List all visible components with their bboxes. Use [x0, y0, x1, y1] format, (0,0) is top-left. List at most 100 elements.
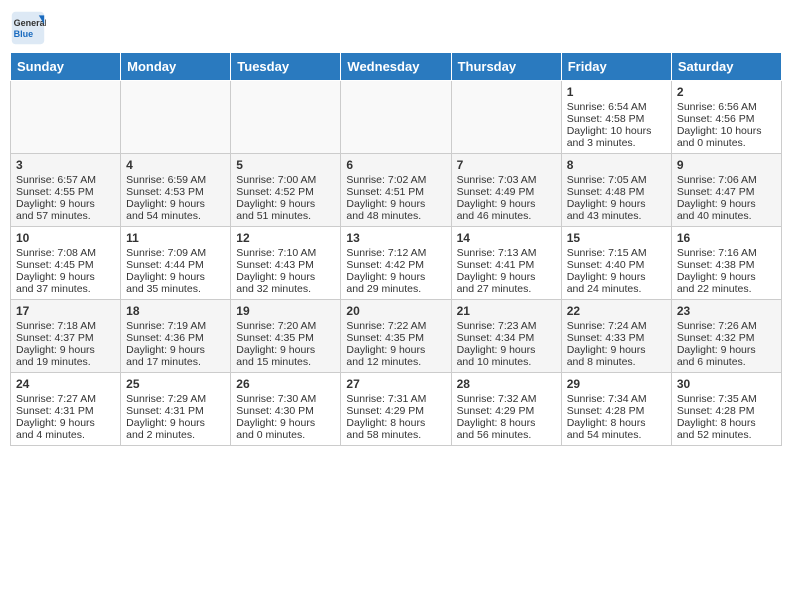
- day-info: Sunrise: 7:06 AM: [677, 174, 776, 186]
- calendar-cell: [231, 81, 341, 154]
- day-info: Daylight: 9 hours: [346, 198, 445, 210]
- day-info: and 51 minutes.: [236, 210, 335, 222]
- day-info: Sunset: 4:38 PM: [677, 259, 776, 271]
- day-number: 22: [567, 304, 666, 318]
- day-info: Daylight: 9 hours: [16, 198, 115, 210]
- calendar-cell: 26Sunrise: 7:30 AMSunset: 4:30 PMDayligh…: [231, 373, 341, 446]
- day-info: Sunrise: 7:32 AM: [457, 393, 556, 405]
- day-number: 12: [236, 231, 335, 245]
- calendar-cell: 19 Sunrise: 7:20 AMSunset: 4:35 PMDayligh…: [231, 300, 341, 373]
- svg-text:Blue: Blue: [14, 29, 34, 39]
- day-info: Sunset: 4:44 PM: [126, 259, 225, 271]
- day-info: Sunset: 4:28 PM: [567, 405, 666, 417]
- day-number: 15: [567, 231, 666, 245]
- calendar-cell: 7Sunrise: 7:03 AMSunset: 4:49 PMDaylight…: [451, 154, 561, 227]
- day-info: and 56 minutes.: [457, 429, 556, 441]
- day-info: Sunset: 4:42 PM: [346, 259, 445, 271]
- calendar-cell: 12Sunrise: 7:10 AMSunset: 4:43 PMDayligh…: [231, 227, 341, 300]
- weekday-header-saturday: Saturday: [671, 53, 781, 81]
- calendar-cell: 23Sunrise: 7:26 AMSunset: 4:32 PMDayligh…: [671, 300, 781, 373]
- day-info: Sunset: 4:48 PM: [567, 186, 666, 198]
- calendar-cell: 4Sunrise: 6:59 AMSunset: 4:53 PMDaylight…: [121, 154, 231, 227]
- calendar-cell: 13Sunrise: 7:12 AMSunset: 4:42 PMDayligh…: [341, 227, 451, 300]
- calendar-cell: [451, 81, 561, 154]
- day-info: Sunrise: 7:22 AM: [346, 320, 445, 332]
- day-info: and 52 minutes.: [677, 429, 776, 441]
- day-info: Daylight: 9 hours: [677, 198, 776, 210]
- day-number: 23: [677, 304, 776, 318]
- day-info: Sunrise: 7:16 AM: [677, 247, 776, 259]
- day-info: Sunset: 4:28 PM: [677, 405, 776, 417]
- day-info: Sunrise: 7:13 AM: [457, 247, 556, 259]
- weekday-header-tuesday: Tuesday: [231, 53, 341, 81]
- day-info: Sunrise: 7:23 AM: [457, 320, 556, 332]
- day-info: Daylight: 9 hours: [236, 198, 335, 210]
- svg-text:General: General: [14, 18, 46, 28]
- day-info: Daylight: 10 hours: [677, 125, 776, 137]
- day-info: Sunset: 4:34 PM: [457, 332, 556, 344]
- day-info: and 22 minutes.: [677, 283, 776, 295]
- calendar-cell: [121, 81, 231, 154]
- calendar-week-4: 17Sunrise: 7:18 AMSunset: 4:37 PMDayligh…: [11, 300, 782, 373]
- day-number: 27: [346, 377, 445, 391]
- day-info: Daylight: 9 hours: [126, 271, 225, 283]
- day-info: Sunset: 4:55 PM: [16, 186, 115, 198]
- day-info: Sunset: 4:35 PM: [236, 332, 335, 344]
- day-info: Sunset: 4:56 PM: [677, 113, 776, 125]
- calendar-week-3: 10Sunrise: 7:08 AMSunset: 4:45 PMDayligh…: [11, 227, 782, 300]
- calendar-cell: 5Sunrise: 7:00 AMSunset: 4:52 PMDaylight…: [231, 154, 341, 227]
- day-info: Sunrise: 7:15 AM: [567, 247, 666, 259]
- calendar-cell: 28Sunrise: 7:32 AMSunset: 4:29 PMDayligh…: [451, 373, 561, 446]
- logo-icon: General Blue: [10, 10, 46, 46]
- day-info: Sunrise: 7:09 AM: [126, 247, 225, 259]
- day-info: and 6 minutes.: [677, 356, 776, 368]
- day-info: Sunrise: 7:05 AM: [567, 174, 666, 186]
- day-info: Sunrise: 7:30 AM: [236, 393, 335, 405]
- calendar-cell: 9Sunrise: 7:06 AMSunset: 4:47 PMDaylight…: [671, 154, 781, 227]
- day-info: Daylight: 8 hours: [567, 417, 666, 429]
- day-info: Sunset: 4:43 PM: [236, 259, 335, 271]
- day-info: and 46 minutes.: [457, 210, 556, 222]
- day-info: Daylight: 9 hours: [677, 344, 776, 356]
- day-info: and 10 minutes.: [457, 356, 556, 368]
- day-info: and 19 minutes.: [16, 356, 115, 368]
- day-info: Sunset: 4:36 PM: [126, 332, 225, 344]
- day-info: Sunrise: 7:31 AM: [346, 393, 445, 405]
- calendar-cell: 3Sunrise: 6:57 AMSunset: 4:55 PMDaylight…: [11, 154, 121, 227]
- day-info: Sunrise: 7:20 AM: [236, 320, 335, 332]
- calendar-cell: 2Sunrise: 6:56 AMSunset: 4:56 PMDaylight…: [671, 81, 781, 154]
- calendar-cell: 1Sunrise: 6:54 AMSunset: 4:58 PMDaylight…: [561, 81, 671, 154]
- calendar-header-row: SundayMondayTuesdayWednesdayThursdayFrid…: [11, 53, 782, 81]
- day-number: 4: [126, 158, 225, 172]
- day-info: Sunrise: 6:56 AM: [677, 101, 776, 113]
- day-info: Daylight: 9 hours: [567, 198, 666, 210]
- day-info: and 40 minutes.: [677, 210, 776, 222]
- calendar-week-2: 3Sunrise: 6:57 AMSunset: 4:55 PMDaylight…: [11, 154, 782, 227]
- calendar-cell: [11, 81, 121, 154]
- weekday-header-monday: Monday: [121, 53, 231, 81]
- day-number: 19: [236, 304, 335, 318]
- calendar-week-5: 24Sunrise: 7:27 AMSunset: 4:31 PMDayligh…: [11, 373, 782, 446]
- day-number: 18: [126, 304, 225, 318]
- day-number: 9: [677, 158, 776, 172]
- day-info: Daylight: 10 hours: [567, 125, 666, 137]
- day-info: and 35 minutes.: [126, 283, 225, 295]
- day-info: Daylight: 9 hours: [236, 344, 335, 356]
- day-info: Sunrise: 7:27 AM: [16, 393, 115, 405]
- day-number: 8: [567, 158, 666, 172]
- day-info: Sunset: 4:53 PM: [126, 186, 225, 198]
- day-info: Daylight: 9 hours: [346, 344, 445, 356]
- day-info: and 32 minutes.: [236, 283, 335, 295]
- day-info: Daylight: 9 hours: [457, 344, 556, 356]
- calendar-cell: 10Sunrise: 7:08 AMSunset: 4:45 PMDayligh…: [11, 227, 121, 300]
- day-info: Sunrise: 7:34 AM: [567, 393, 666, 405]
- day-info: and 17 minutes.: [126, 356, 225, 368]
- day-info: and 15 minutes.: [236, 356, 335, 368]
- day-info: and 54 minutes.: [126, 210, 225, 222]
- day-number: 14: [457, 231, 556, 245]
- day-info: and 2 minutes.: [126, 429, 225, 441]
- day-number: 1: [567, 85, 666, 99]
- day-info: Sunset: 4:58 PM: [567, 113, 666, 125]
- calendar-cell: [341, 81, 451, 154]
- day-info: Sunrise: 7:24 AM: [567, 320, 666, 332]
